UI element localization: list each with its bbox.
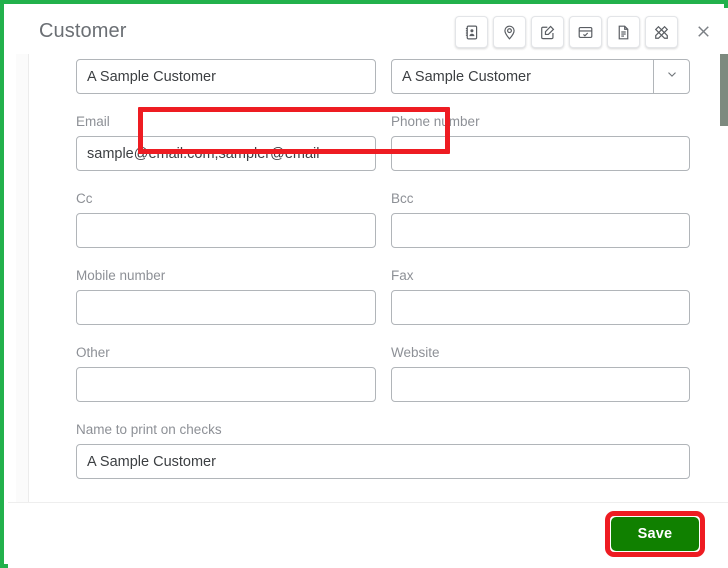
field-mobile-number: Mobile number (76, 267, 376, 325)
field-bcc: Bcc (391, 190, 690, 248)
email-input[interactable] (76, 136, 376, 171)
chevron-down-icon (665, 67, 679, 86)
card-check-icon (577, 24, 594, 41)
vertical-scrollbar-track[interactable] (720, 54, 728, 502)
modal-header: Customer (8, 8, 728, 54)
pencil-ruler-icon (653, 24, 670, 41)
field-cc: Cc (76, 190, 376, 248)
edit-button[interactable] (531, 16, 564, 48)
customer-display-name-combo (391, 59, 690, 94)
pencil-ruler-button[interactable] (645, 16, 678, 48)
field-label: Email (76, 114, 110, 129)
document-button[interactable] (607, 16, 640, 48)
field-label: Name to print on checks (76, 422, 222, 437)
field-email: Email (76, 107, 450, 171)
field-customer-display-name: Customer display name (391, 54, 690, 94)
customer-modal: Customer A Sample Customer A Sample Cust… (8, 8, 728, 568)
form-fields: Company name Customer display name (8, 54, 714, 498)
close-icon (695, 23, 712, 43)
field-company-name: Company name (76, 54, 376, 94)
edit-square-icon (539, 24, 556, 41)
field-row: Email Phone number (8, 107, 714, 190)
mobile-number-input[interactable] (76, 290, 376, 325)
form-scroll-region: Company name Customer display name (8, 54, 728, 502)
field-label: Other (76, 345, 110, 360)
field-label: Bcc (391, 191, 414, 206)
field-row: Name to print on checks (8, 421, 714, 498)
header-toolbar (455, 16, 678, 48)
fax-input[interactable] (391, 290, 690, 325)
address-book-button[interactable] (455, 16, 488, 48)
annotation-frame: Customer A Sample Customer A Sample Cust… (0, 0, 728, 568)
modal-footer: Save (8, 502, 728, 568)
document-icon (615, 24, 632, 41)
field-label: Website (391, 345, 440, 360)
field-row: Cc Bcc (8, 190, 714, 267)
website-input[interactable] (391, 367, 690, 402)
company-name-input[interactable] (76, 59, 376, 94)
vertical-scrollbar-thumb[interactable] (720, 54, 728, 126)
field-name-to-print-on-checks: Name to print on checks (76, 421, 690, 479)
field-other: Other (76, 344, 376, 402)
field-website: Website (391, 344, 690, 402)
field-row: Other Website (8, 344, 714, 421)
field-phone-number: Phone number (391, 113, 690, 171)
phone-number-input[interactable] (391, 136, 690, 171)
card-check-button[interactable] (569, 16, 602, 48)
map-pin-button[interactable] (493, 16, 526, 48)
close-button[interactable] (690, 20, 716, 46)
other-input[interactable] (76, 367, 376, 402)
field-label: Mobile number (76, 268, 166, 283)
name-to-print-on-checks-input[interactable] (76, 444, 690, 479)
field-label: Fax (391, 268, 414, 283)
customer-display-name-input[interactable] (391, 59, 690, 94)
field-label: Phone number (391, 114, 480, 129)
field-label: Cc (76, 191, 93, 206)
map-pin-icon (501, 24, 518, 41)
field-row: Company name Customer display name (8, 54, 714, 113)
field-fax: Fax (391, 267, 690, 325)
page-title: Customer (39, 20, 127, 42)
save-button[interactable]: Save (611, 517, 699, 551)
bcc-input[interactable] (391, 213, 690, 248)
display-name-dropdown-button[interactable] (653, 59, 690, 94)
field-row: Mobile number Fax (8, 267, 714, 344)
address-book-icon (463, 24, 480, 41)
cc-input[interactable] (76, 213, 376, 248)
